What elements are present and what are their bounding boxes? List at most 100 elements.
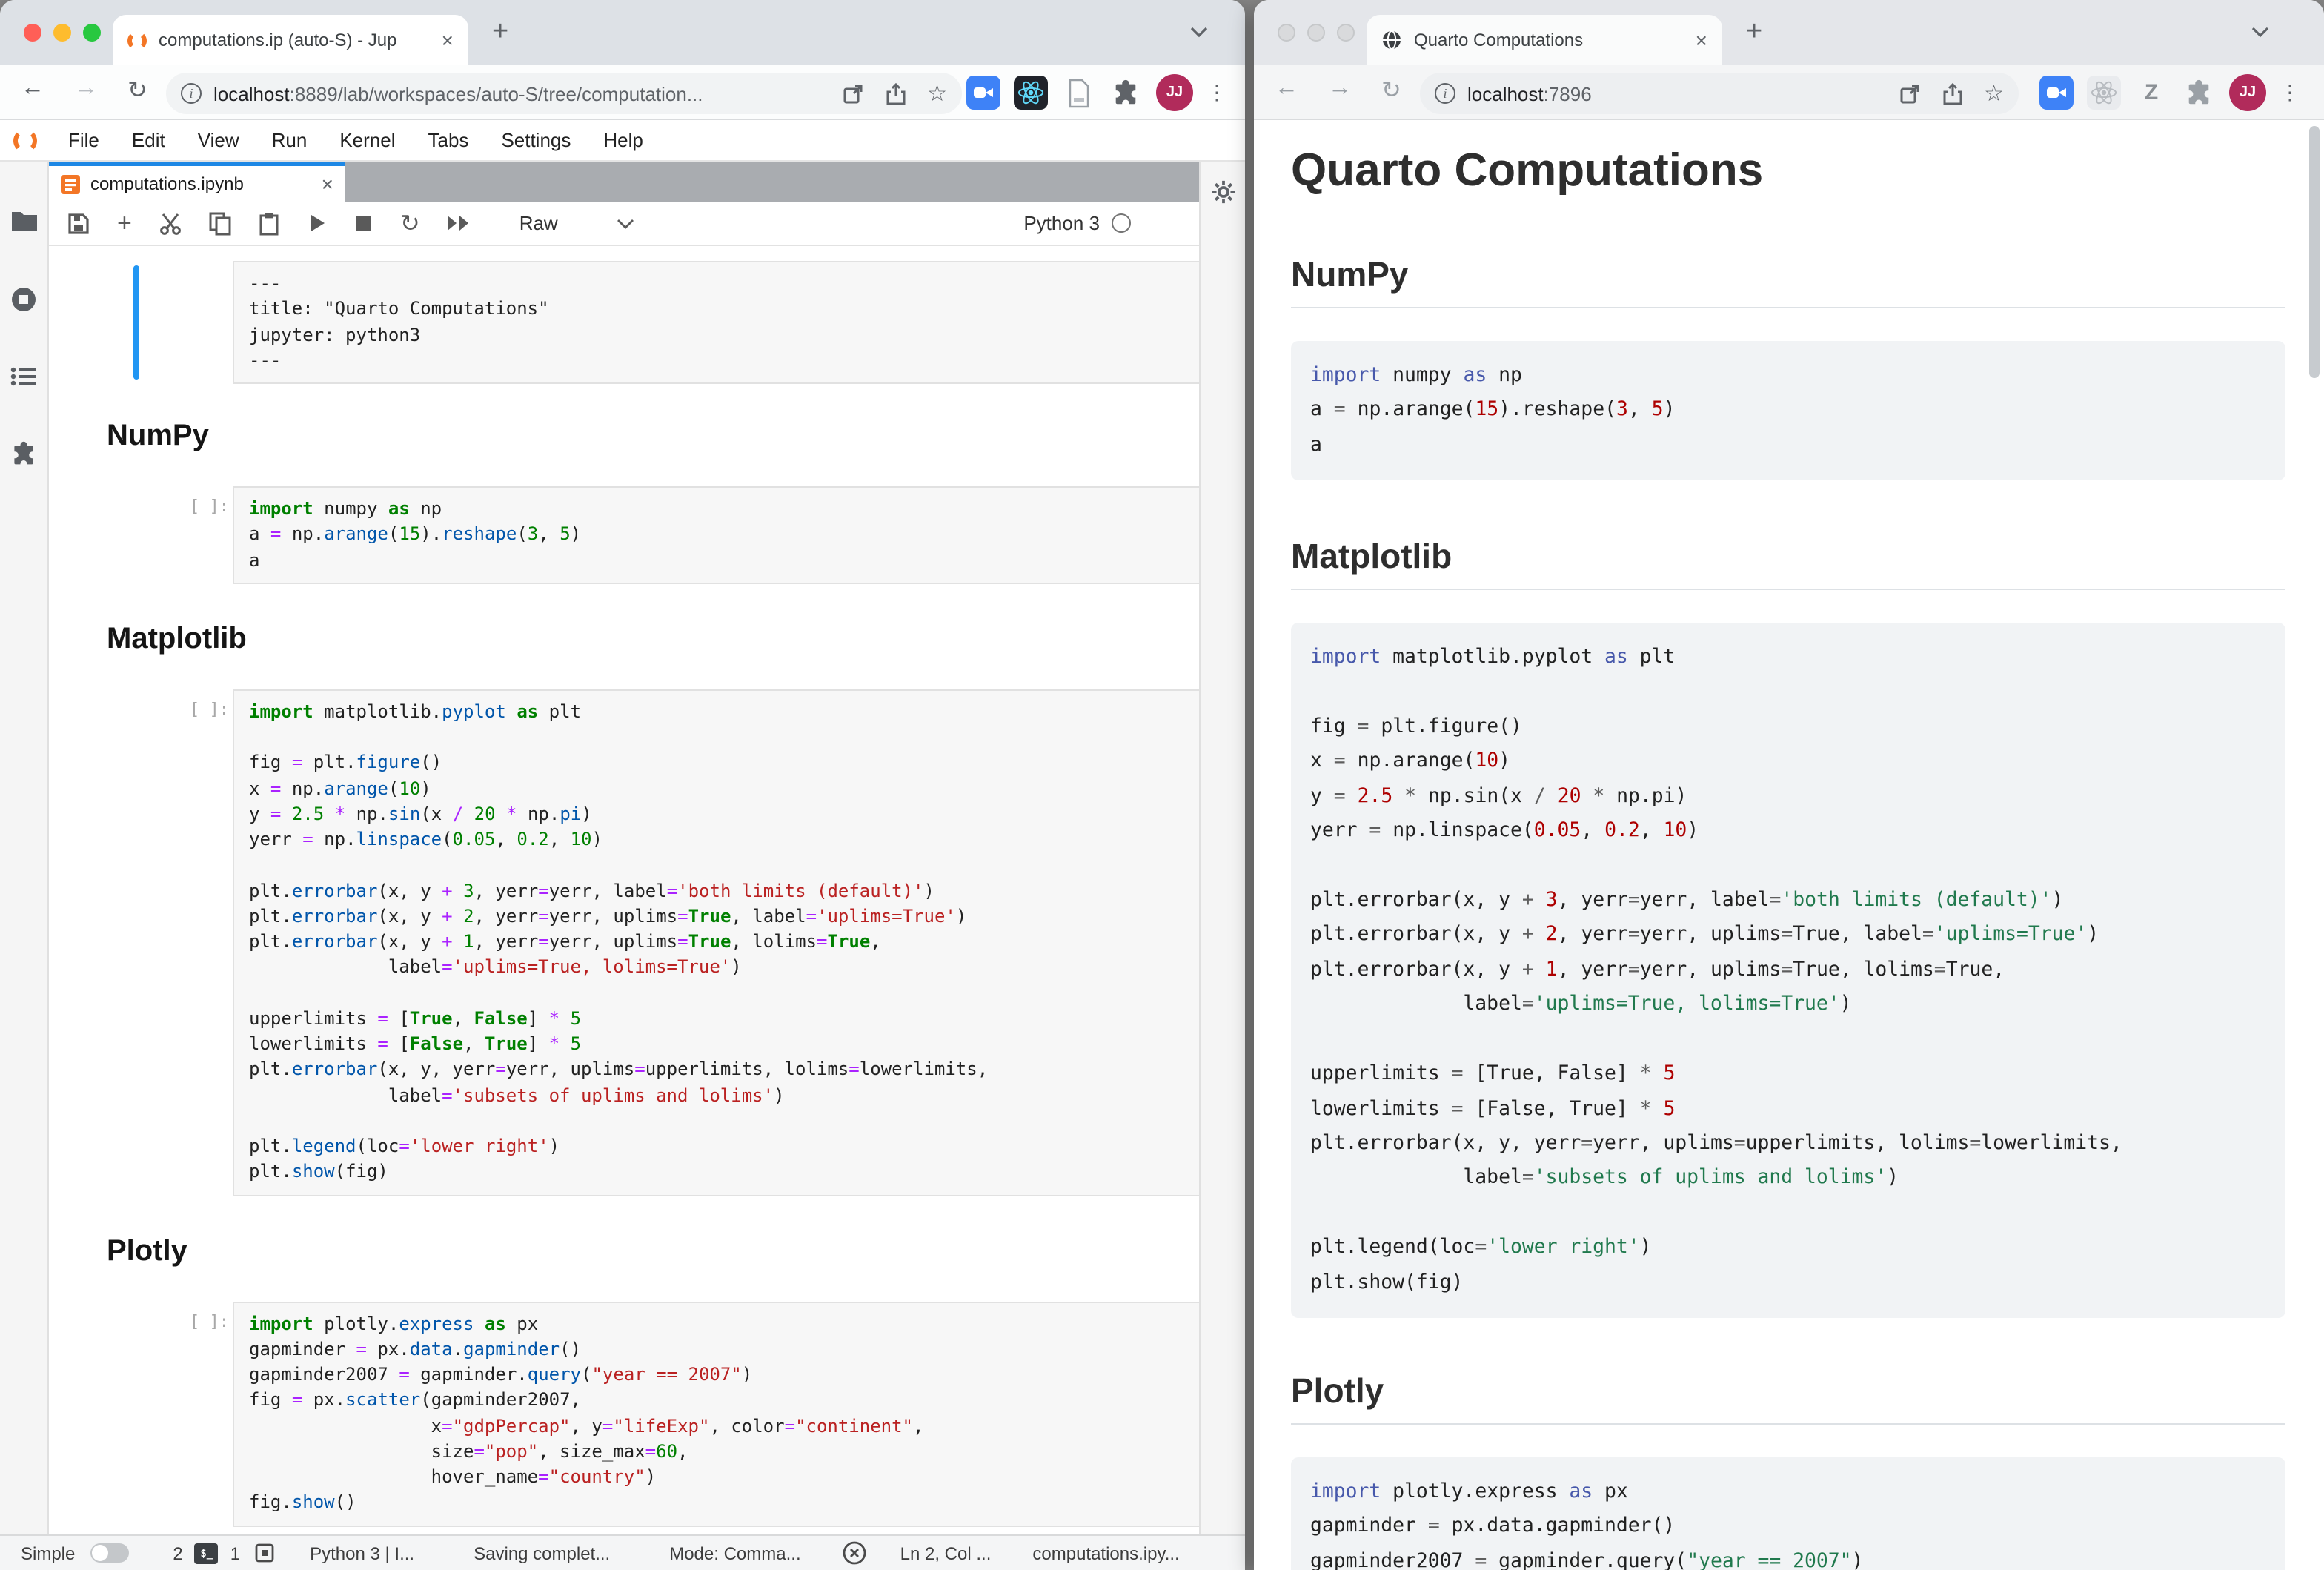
tab-close-icon[interactable]: × xyxy=(442,30,454,50)
share-icon[interactable] xyxy=(1941,82,1963,105)
react-devtools-icon[interactable] xyxy=(1014,76,1048,110)
extensions-puzzle-icon[interactable] xyxy=(2182,76,2216,110)
zoom-window-button[interactable] xyxy=(1337,24,1355,42)
extensions-puzzle-icon[interactable] xyxy=(1109,76,1143,110)
code-cell-editor[interactable]: import matplotlib.pyplot as plt fig = pl… xyxy=(233,689,1199,1196)
window-controls xyxy=(1278,24,1355,42)
bookmark-star-icon[interactable]: ☆ xyxy=(927,80,947,107)
bookmark-star-icon[interactable]: ☆ xyxy=(1984,80,2004,107)
minimize-window-button[interactable] xyxy=(1307,24,1325,42)
code-line xyxy=(249,853,1192,879)
code-cell-plotly[interactable]: [ ]: import plotly.express as pxgapminde… xyxy=(233,1301,1199,1526)
window-controls xyxy=(24,24,101,42)
browser-menu-icon[interactable]: ⋮ xyxy=(2280,80,2300,105)
cut-cells-icon[interactable] xyxy=(159,211,182,235)
menu-edit[interactable]: Edit xyxy=(116,129,182,151)
document-extension-icon[interactable] xyxy=(1061,76,1095,110)
new-tab-button[interactable]: + xyxy=(492,16,508,49)
restart-run-all-icon[interactable] xyxy=(447,213,472,233)
browser-tab[interactable]: computations.ip (auto-S) - Jup × xyxy=(113,15,468,65)
tab-search-chevron-icon[interactable] xyxy=(2250,24,2271,39)
cursor-position-text[interactable]: Ln 2, Col ... xyxy=(900,1543,992,1563)
notifications-icon[interactable] xyxy=(843,1540,868,1566)
forward-icon[interactable]: → xyxy=(1328,76,1352,102)
menu-tabs[interactable]: Tabs xyxy=(412,129,485,151)
code-line: plt.errorbar(x, y, yerr=yerr, uplims=upp… xyxy=(1310,1127,2266,1162)
tab-search-chevron-icon[interactable] xyxy=(1189,24,1209,39)
site-info-icon[interactable]: i xyxy=(181,83,202,104)
forward-icon[interactable]: → xyxy=(74,76,98,102)
address-bar[interactable]: i localhost:8889/lab/workspaces/auto-S/t… xyxy=(166,73,962,114)
back-icon[interactable]: ← xyxy=(21,76,44,102)
save-icon[interactable] xyxy=(67,211,90,235)
zoom-window-button[interactable] xyxy=(83,24,101,42)
raw-cell[interactable]: ---title: "Quarto Computations"jupyter: … xyxy=(233,261,1199,384)
property-inspector-gear-icon[interactable] xyxy=(1210,179,1235,205)
menu-help[interactable]: Help xyxy=(587,129,660,151)
share-icon[interactable] xyxy=(884,82,906,105)
code-cell-editor[interactable]: import numpy as npa = np.arange(15).resh… xyxy=(233,486,1199,584)
browser-tabstrip: Quarto Computations × + xyxy=(1254,0,2324,65)
running-kernels-icon[interactable] xyxy=(10,286,37,313)
menu-run[interactable]: Run xyxy=(256,129,324,151)
notebook-tabbar: computations.ipynb × xyxy=(49,162,1199,202)
extension-manager-icon[interactable] xyxy=(10,440,37,467)
new-tab-button[interactable]: + xyxy=(1746,16,1762,49)
notebook-tab-close-icon[interactable]: × xyxy=(322,173,333,194)
code-line: y = 2.5 * np.sin(x / 20 * np.pi) xyxy=(249,802,1192,828)
code-line: label='uplims=True, lolims=True') xyxy=(1310,988,2266,1023)
restart-kernel-icon[interactable]: ↻ xyxy=(400,208,420,238)
zoom-extension-icon[interactable] xyxy=(2039,76,2074,110)
code-cell-editor[interactable]: import plotly.express as pxgapminder = p… xyxy=(233,1301,1199,1526)
browser-tab[interactable]: Quarto Computations × xyxy=(1367,15,1722,65)
open-in-new-icon[interactable] xyxy=(1898,82,1920,105)
menu-view[interactable]: View xyxy=(182,129,256,151)
profile-avatar[interactable]: JJ xyxy=(1156,74,1193,111)
notebook-tab-title: computations.ipynb xyxy=(90,173,311,194)
z-extension-icon[interactable]: Z xyxy=(2134,76,2168,110)
menu-settings[interactable]: Settings xyxy=(485,129,587,151)
react-devtools-icon[interactable] xyxy=(2087,76,2121,110)
kernel-indicator[interactable]: Python 3 xyxy=(1023,212,1131,234)
file-browser-icon[interactable] xyxy=(10,209,38,233)
back-icon[interactable]: ← xyxy=(1275,76,1298,102)
cell-type-select[interactable]: Raw xyxy=(519,212,635,234)
tab-close-icon[interactable]: × xyxy=(1696,30,1707,50)
run-cell-icon[interactable] xyxy=(307,212,328,234)
reload-icon[interactable]: ↻ xyxy=(127,76,147,105)
close-window-button[interactable] xyxy=(24,24,42,42)
site-info-icon[interactable]: i xyxy=(1435,83,1455,104)
kernel-name: Python 3 xyxy=(1023,212,1100,234)
interrupt-kernel-icon[interactable] xyxy=(354,213,374,233)
open-in-new-icon[interactable] xyxy=(841,82,863,105)
code-cell-matplotlib[interactable]: [ ]: import matplotlib.pyplot as plt fig… xyxy=(233,689,1199,1196)
minimize-window-button[interactable] xyxy=(53,24,71,42)
kernel-status-text[interactable]: Python 3 | I... xyxy=(310,1543,414,1563)
address-bar[interactable]: i localhost:7896 ☆ xyxy=(1420,73,2019,114)
table-of-contents-icon[interactable] xyxy=(10,366,37,387)
command-mode-text[interactable]: Mode: Comma... xyxy=(669,1543,800,1563)
add-cell-icon[interactable]: + xyxy=(117,208,132,238)
reload-icon[interactable]: ↻ xyxy=(1381,76,1401,105)
code-cell-numpy[interactable]: [ ]: import numpy as npa = np.arange(15)… xyxy=(233,486,1199,584)
zoom-extension-icon[interactable] xyxy=(966,76,1000,110)
code-line: lowerlimits = [False, True] * 5 xyxy=(249,1032,1192,1058)
code-line: fig = px.scatter(gapminder2007, xyxy=(249,1388,1192,1414)
profile-avatar[interactable]: JJ xyxy=(2229,74,2266,111)
raw-cell-editor[interactable]: ---title: "Quarto Computations"jupyter: … xyxy=(233,261,1199,384)
paste-cells-icon[interactable] xyxy=(258,211,280,235)
browser-menu-icon[interactable]: ⋮ xyxy=(1206,80,1227,105)
menu-kernel[interactable]: Kernel xyxy=(323,129,411,151)
jupyter-left-sidebar xyxy=(0,162,49,1534)
code-line: --- xyxy=(249,271,1192,297)
code-line xyxy=(1310,1196,2266,1231)
close-window-button[interactable] xyxy=(1278,24,1295,42)
cell-prompt: [ ]: xyxy=(190,1311,229,1331)
menu-file[interactable]: File xyxy=(52,129,116,151)
notebook-tab[interactable]: computations.ipynb × xyxy=(49,162,345,202)
simple-mode-toggle[interactable] xyxy=(90,1543,128,1563)
cell-type-value: Raw xyxy=(519,212,558,234)
copy-cells-icon[interactable] xyxy=(209,211,231,235)
code-line: plt.show(fig) xyxy=(1310,1265,2266,1300)
page-scrollbar[interactable] xyxy=(2309,126,2320,378)
